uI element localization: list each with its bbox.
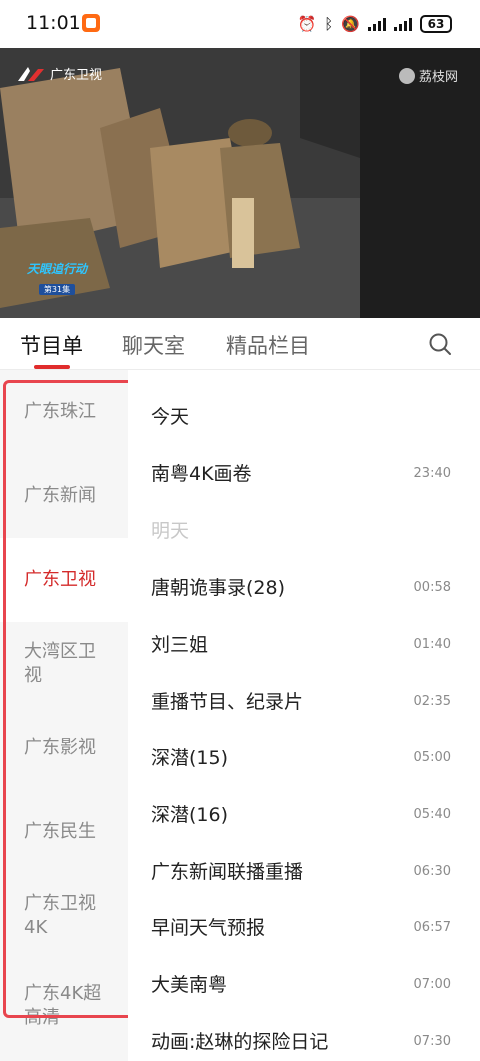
watermark-logo-icon	[398, 67, 415, 84]
channel-item-label: 广东4K超高清	[24, 983, 102, 1028]
program-row[interactable]: 深潜(15) 05:00	[128, 726, 480, 782]
video-player[interactable]: 广东卫视 荔枝网 天眼追行动 第31集	[0, 48, 480, 318]
program-time: 02:35	[413, 694, 451, 709]
status-time: 11:01	[26, 12, 81, 34]
program-row[interactable]: 唐朝诡事录(28) 00:58	[128, 556, 480, 612]
program-time: 00:58	[413, 580, 451, 595]
status-icons: ⏰ ᛒ 🔕 63	[298, 13, 452, 35]
program-row[interactable]: 深潜(16) 05:40	[128, 783, 480, 839]
program-name: 动画:赵琳的探险日记	[151, 1031, 329, 1053]
tab-active-indicator	[34, 365, 70, 369]
program-time: 07:30	[413, 1034, 451, 1049]
program-row[interactable]: 重播节目、纪录片 02:35	[128, 670, 480, 726]
program-time: 06:30	[413, 864, 451, 879]
program-row[interactable]: 广东新闻联播重播 06:30	[128, 840, 480, 896]
program-row[interactable]: 刘三姐 01:40	[128, 613, 480, 669]
channel-item-guangdong-satellite[interactable]: 广东卫视	[0, 538, 128, 622]
program-name: 刘三姐	[151, 634, 209, 656]
program-name: 重播节目、纪录片	[151, 691, 304, 713]
program-time: 07:00	[413, 977, 451, 992]
date-header-tomorrow: 明天	[128, 499, 480, 555]
channel-logo-text: 广东卫视	[50, 68, 103, 83]
channel-item-label: 广东新闻	[24, 485, 96, 506]
date-header-label: 今天	[151, 406, 190, 428]
date-header-today: 今天	[128, 385, 480, 441]
program-row[interactable]: 大美南粤 07:00	[128, 953, 480, 1009]
program-row[interactable]: 动画:赵琳的探险日记 07:30	[128, 1010, 480, 1061]
program-name: 早间天气预报	[151, 917, 266, 939]
channel-sidebar: 广东珠江 广东新闻 广东卫视 大湾区卫视 广东影视 广东民生 广东卫视4K 广东…	[0, 370, 128, 1061]
program-name: 大美南粤	[151, 974, 228, 996]
channel-item-guangdong-minsheng[interactable]: 广东民生	[0, 790, 128, 874]
channel-item-label: 大湾区卫视	[24, 641, 96, 686]
channel-item-guangdong-news[interactable]: 广东新闻	[0, 454, 128, 538]
tab-schedule[interactable]: 节目单	[20, 330, 83, 360]
channel-item-label: 广东卫视4K	[24, 893, 96, 938]
status-bar: 11:01 ⏰ ᛒ 🔕 63	[0, 0, 480, 48]
watermark: 荔枝网	[398, 66, 458, 85]
program-time: 23:40	[413, 466, 451, 481]
program-name: 广东新闻联播重播	[151, 861, 304, 883]
bluetooth-icon: ᛒ	[324, 14, 334, 33]
mute-icon: 🔕	[341, 14, 360, 33]
program-time: 01:40	[413, 637, 451, 652]
search-icon[interactable]	[428, 332, 452, 356]
tab-bar: 节目单 聊天室 精品栏目	[0, 318, 480, 370]
app-notification-icon	[82, 14, 100, 32]
program-name: 深潜(16)	[151, 804, 229, 826]
channel-logo-mark-icon	[18, 66, 44, 81]
program-time: 05:00	[413, 750, 451, 765]
channel-item-label: 广东珠江	[24, 401, 96, 422]
watermark-text: 荔枝网	[418, 70, 458, 85]
program-row[interactable]: 早间天气预报 06:57	[128, 896, 480, 952]
program-time: 05:40	[413, 807, 451, 822]
tab-chatroom[interactable]: 聊天室	[122, 330, 185, 360]
channel-item-label: 广东影视	[24, 737, 96, 758]
channel-item-greater-bay-area[interactable]: 大湾区卫视	[0, 622, 128, 706]
tab-featured[interactable]: 精品栏目	[226, 330, 310, 360]
program-name: 深潜(15)	[151, 747, 229, 769]
program-schedule: 今天 南粤4K画卷 23:40 明天 唐朝诡事录(28) 00:58 刘三姐 0…	[128, 370, 480, 1061]
date-header-label: 明天	[151, 520, 190, 542]
channel-logo: 广东卫视	[16, 64, 102, 83]
show-caption: 天眼追行动 第31集	[24, 260, 90, 296]
channel-item-label: 广东卫视	[24, 569, 96, 590]
channel-item-guangdong-zhujiang[interactable]: 广东珠江	[0, 370, 128, 454]
alarm-icon: ⏰	[297, 14, 317, 33]
signal-icon	[368, 17, 386, 31]
battery-icon: 63	[420, 15, 452, 33]
episode-label: 第31集	[38, 284, 76, 295]
channel-item-label: 广东民生	[24, 821, 96, 842]
channel-item-guangdong-4k-uhd[interactable]: 广东4K超高清	[0, 958, 128, 1042]
channel-item-guangdong-satellite-4k[interactable]: 广东卫视4K	[0, 874, 128, 958]
show-title: 天眼追行动	[26, 262, 87, 276]
channel-item-guangdong-film[interactable]: 广东影视	[0, 706, 128, 790]
signal-icon-2	[394, 17, 412, 31]
program-time: 06:57	[413, 920, 451, 935]
program-row[interactable]: 南粤4K画卷 23:40	[128, 442, 480, 498]
program-name: 唐朝诡事录(28)	[151, 577, 286, 599]
program-name: 南粤4K画卷	[151, 463, 252, 485]
